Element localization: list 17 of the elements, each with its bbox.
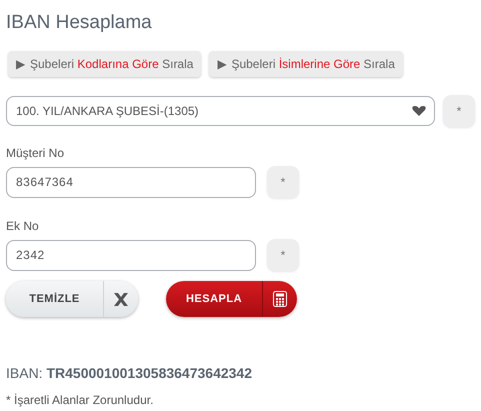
required-marker[interactable]: * bbox=[267, 166, 299, 198]
input-field[interactable]: 83647364 bbox=[6, 166, 256, 198]
page-title: IBAN Hesaplama bbox=[6, 12, 153, 34]
clear-icon bbox=[114, 292, 128, 306]
sort-button[interactable]: ▶ Şubeleri Kodlarına Göre Sırala bbox=[8, 51, 202, 77]
required-note: * İşaretli Alanlar Zorunludur. bbox=[6, 393, 154, 407]
iban-result: IBAN: TR450001001305836473642342 bbox=[6, 365, 253, 381]
required-marker[interactable]: * bbox=[443, 95, 475, 127]
calculator-icon bbox=[273, 291, 287, 307]
branch-select[interactable]: 100. YIL/ANKARA ŞUBESİ-(1305) bbox=[6, 96, 435, 126]
field-label: Müşteri No bbox=[6, 146, 66, 160]
sort-button[interactable]: ▶ Şubeleri İsimlerine Göre Sırala bbox=[209, 51, 403, 77]
clear-button[interactable]: TEMİZLE bbox=[6, 281, 138, 317]
required-marker[interactable]: * bbox=[267, 239, 299, 271]
calculate-button[interactable]: HESAPLA bbox=[166, 281, 297, 317]
field-label: Ek No bbox=[6, 219, 40, 233]
input-field[interactable]: 2342 bbox=[6, 240, 256, 270]
